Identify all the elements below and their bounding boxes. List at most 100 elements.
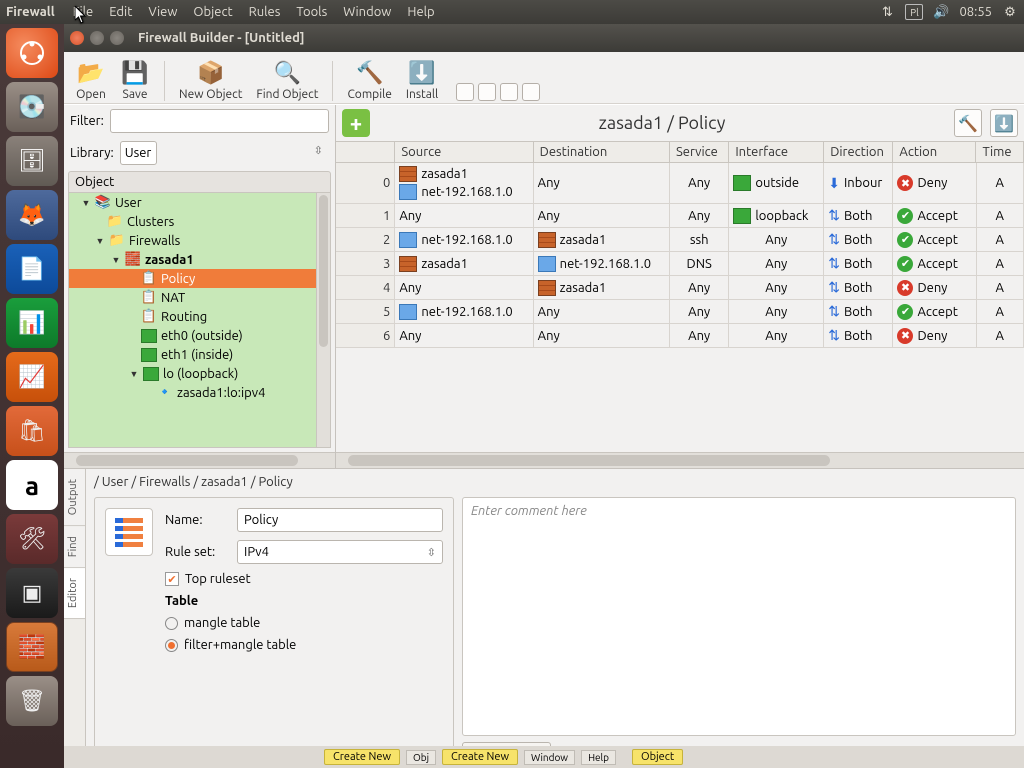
rule-row[interactable]: 1AnyAnyAnyloopback⇅Both✔AcceptA [336, 204, 1024, 228]
save-button[interactable]: 💾Save [120, 60, 150, 101]
radio-mangle[interactable]: mangle table [165, 616, 443, 630]
comment-textarea[interactable]: Enter comment here [462, 497, 1016, 736]
new-object-button[interactable]: 📦New Object [179, 60, 242, 101]
bg-create-new-1[interactable]: Create New [324, 749, 400, 765]
launcher-fwbuilder[interactable]: 🧱 [6, 622, 58, 672]
window-maximize-button[interactable] [110, 31, 124, 45]
tree-node-lo[interactable]: ▼lo (loopback) [69, 364, 330, 383]
main-toolbar: 📂Open 💾Save 📦New Object 🔍Find Object 🔨Co… [64, 52, 1024, 104]
system-menubar: Firewall File Edit View Object Rules Too… [0, 0, 1024, 24]
col-action[interactable]: Action [893, 142, 976, 162]
object-tree[interactable]: ▼📚User 📁Clusters ▼📁Firewalls ▼🧱zasada1 📋… [68, 193, 331, 448]
menu-window[interactable]: Window [335, 5, 399, 19]
tab-find[interactable]: Find [64, 526, 85, 568]
tree-node-firewalls[interactable]: ▼📁Firewalls [69, 231, 330, 250]
window-close-button[interactable] [70, 31, 84, 45]
launcher-software[interactable]: 🛍 [6, 406, 58, 456]
tree-scrollbar[interactable] [316, 193, 330, 447]
add-rule-button[interactable]: + [342, 109, 370, 137]
toolbar-small-btn-3[interactable] [500, 83, 518, 101]
keyboard-layout-indicator[interactable]: Pl [905, 4, 923, 20]
tree-node-eth1[interactable]: eth1 (inside) [69, 345, 330, 364]
rule-row[interactable]: 6AnyAnyAnyAny⇅Both✖DenyA [336, 324, 1024, 348]
tree-node-eth0[interactable]: eth0 (outside) [69, 326, 330, 345]
menu-file[interactable]: File [65, 5, 102, 19]
launcher-trash[interactable]: 🗑 [6, 676, 58, 726]
left-hscroll[interactable] [64, 452, 335, 468]
tree-node-zasada1[interactable]: ▼🧱zasada1 [69, 250, 330, 269]
library-label: Library: [70, 146, 114, 160]
col-direction[interactable]: Direction [824, 142, 893, 162]
col-num[interactable] [336, 142, 395, 162]
interface-icon [733, 175, 751, 191]
window-minimize-button[interactable] [90, 31, 104, 45]
ip-icon: 🔹 [157, 386, 173, 400]
rules-hscroll[interactable] [336, 452, 1024, 468]
launcher-terminal[interactable]: ▣ [6, 568, 58, 618]
install-ruleset-button[interactable]: ⬇️ [990, 109, 1018, 137]
tab-output[interactable]: Output [64, 469, 85, 526]
window-titlebar[interactable]: Firewall Builder - [Untitled] [64, 24, 1024, 52]
rule-row[interactable]: 5net-192.168.1.0AnyAnyAny⇅Both✔AcceptA [336, 300, 1024, 324]
menu-tools[interactable]: Tools [288, 5, 335, 19]
launcher-firefox[interactable]: 🦊 [6, 190, 58, 240]
toolbar-small-btn-2[interactable] [478, 83, 496, 101]
launcher-disk[interactable]: 💽 [6, 82, 58, 132]
launcher-settings[interactable]: 🛠 [6, 514, 58, 564]
launcher-amazon[interactable]: a [6, 460, 58, 510]
toolbar-small-btn-1[interactable] [456, 83, 474, 101]
ruleset-label: Rule set: [165, 545, 229, 559]
col-destination[interactable]: Destination [534, 142, 670, 162]
col-service[interactable]: Service [670, 142, 729, 162]
host-icon [399, 184, 417, 200]
name-input[interactable] [237, 508, 443, 532]
rule-row[interactable]: 0zasada1net-192.168.1.0AnyAnyoutside⬇Inb… [336, 163, 1024, 204]
radio-filter-mangle[interactable]: filter+mangle table [165, 638, 443, 652]
volume-icon[interactable]: 🔊 [933, 4, 949, 20]
firewall-icon: 🧱 [125, 253, 141, 267]
clock[interactable]: 08:55 [959, 5, 992, 19]
library-select[interactable]: User [120, 141, 157, 165]
tree-node-routing[interactable]: 📋Routing [69, 307, 330, 326]
menu-object[interactable]: Object [185, 5, 240, 19]
col-time[interactable]: Time [976, 142, 1024, 162]
tree-node-policy[interactable]: 📋Policy [69, 269, 330, 288]
menu-edit[interactable]: Edit [101, 5, 140, 19]
find-object-button[interactable]: 🔍Find Object [256, 60, 318, 101]
tab-editor[interactable]: Editor [64, 568, 85, 619]
col-source[interactable]: Source [395, 142, 533, 162]
col-interface[interactable]: Interface [729, 142, 824, 162]
launcher-writer[interactable]: 📄 [6, 244, 58, 294]
rule-row[interactable]: 3zasada1net-192.168.1.0DNSAny⇅Both✔Accep… [336, 252, 1024, 276]
rules-grid: Source Destination Service Interface Dir… [336, 141, 1024, 452]
rules-pane: + zasada1 / Policy 🔨 ⬇️ Source Destinati… [336, 105, 1024, 468]
menu-help[interactable]: Help [399, 5, 442, 19]
open-button[interactable]: 📂Open [76, 60, 106, 101]
tree-node-nat[interactable]: 📋NAT [69, 288, 330, 307]
launcher-impress[interactable]: 📈 [6, 352, 58, 402]
menu-view[interactable]: View [140, 5, 185, 19]
hammer-icon: 🔨 [355, 60, 385, 86]
menu-rules[interactable]: Rules [241, 5, 289, 19]
tree-node-user[interactable]: ▼📚User [69, 193, 330, 212]
filter-input[interactable] [110, 109, 329, 133]
power-icon[interactable]: ⚙ [1002, 4, 1018, 20]
rule-row[interactable]: 4Anyzasada1AnyAny⇅Both✖DenyA [336, 276, 1024, 300]
ruleset-select[interactable]: IPv4 [237, 540, 443, 564]
bg-object[interactable]: Object [632, 749, 683, 765]
install-icon: ⬇️ [407, 60, 437, 86]
tree-node-clusters[interactable]: 📁Clusters [69, 212, 330, 231]
tree-node-lo-ipv4[interactable]: 🔹zasada1:lo:ipv4 [69, 383, 330, 402]
launcher-files[interactable]: 🗄 [6, 136, 58, 186]
rule-row[interactable]: 2net-192.168.1.0zasada1sshAny⇅Both✔Accep… [336, 228, 1024, 252]
install-button[interactable]: ⬇️Install [406, 60, 438, 101]
new-object-icon: 📦 [196, 60, 226, 86]
launcher-dash[interactable] [6, 28, 58, 78]
compile-ruleset-button[interactable]: 🔨 [954, 109, 982, 137]
top-ruleset-checkbox[interactable]: ✔Top ruleset [165, 572, 443, 586]
launcher-calc[interactable]: 📊 [6, 298, 58, 348]
bg-create-new-2[interactable]: Create New [442, 749, 518, 765]
compile-button[interactable]: 🔨Compile [347, 60, 391, 101]
toolbar-small-btn-4[interactable] [522, 83, 540, 101]
network-icon[interactable]: ⇅ [879, 4, 895, 20]
